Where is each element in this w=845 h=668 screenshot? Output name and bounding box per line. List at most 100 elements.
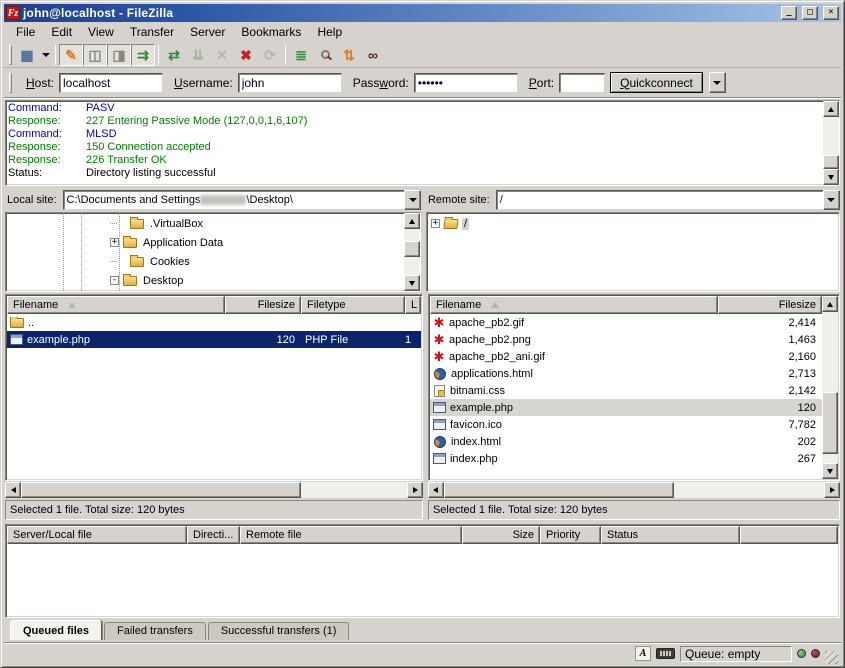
title-bar[interactable]: Fz john@localhost - FileZilla _ □ ✕ bbox=[4, 4, 841, 22]
column-header-filename[interactable]: Filename bbox=[430, 296, 718, 314]
remote-path-value[interactable]: / bbox=[496, 190, 823, 210]
scroll-thumb[interactable] bbox=[21, 482, 301, 498]
tree-expander-minus[interactable]: - bbox=[110, 276, 119, 285]
scroll-up-button[interactable] bbox=[822, 296, 838, 312]
queue-body[interactable] bbox=[7, 544, 838, 616]
remote-tree-content[interactable]: + / bbox=[427, 213, 839, 291]
maximize-button[interactable]: □ bbox=[802, 6, 818, 20]
tree-item-virtualbox[interactable]: .VirtualBox bbox=[6, 214, 404, 233]
reconnect-button[interactable]: ⟳ bbox=[258, 44, 282, 66]
minimize-button[interactable]: _ bbox=[781, 6, 797, 20]
scroll-left-button[interactable] bbox=[5, 482, 21, 498]
menu-bookmarks[interactable]: Bookmarks bbox=[233, 23, 309, 41]
local-tree-content[interactable]: .VirtualBox + Application Data Cookies bbox=[6, 213, 404, 291]
site-manager-button[interactable]: ▦ bbox=[15, 44, 39, 66]
site-manager-dropdown-button[interactable] bbox=[39, 44, 52, 66]
column-header-direction[interactable]: Directi... bbox=[187, 526, 240, 544]
filezilla-logo-icon[interactable]: Fz bbox=[6, 6, 20, 20]
password-input[interactable] bbox=[414, 73, 518, 93]
file-row-selected[interactable]: example.php 120 bbox=[430, 399, 822, 416]
menu-file[interactable]: File bbox=[8, 23, 43, 41]
scroll-right-button[interactable] bbox=[407, 482, 423, 498]
scroll-down-button[interactable] bbox=[822, 463, 838, 479]
menu-view[interactable]: View bbox=[80, 23, 122, 41]
synchronized-browsing-button[interactable]: ⇅ bbox=[337, 44, 361, 66]
refresh-button[interactable]: ⇄ bbox=[162, 44, 186, 66]
scroll-up-button[interactable] bbox=[404, 213, 420, 229]
tab-queued-files[interactable]: Queued files bbox=[10, 620, 102, 640]
close-button[interactable]: ✕ bbox=[823, 6, 839, 20]
file-row[interactable]: ✱apache_pb2_ani.gif 2,160 bbox=[430, 348, 822, 365]
data-type-indicator-icon[interactable]: A bbox=[635, 646, 651, 661]
toggle-message-log-button[interactable]: ✎ bbox=[59, 44, 83, 66]
tree-item-desktop[interactable]: - Desktop bbox=[6, 271, 404, 290]
scroll-down-button[interactable] bbox=[404, 275, 420, 291]
username-input[interactable] bbox=[238, 73, 342, 93]
remote-path-dropdown-button[interactable] bbox=[823, 190, 840, 210]
file-row[interactable]: ✱apache_pb2.gif 2,414 bbox=[430, 314, 822, 331]
tab-failed-transfers[interactable]: Failed transfers bbox=[104, 622, 206, 640]
file-row-parent-dir[interactable]: .. bbox=[7, 314, 421, 331]
column-header-filesize[interactable]: Filesize bbox=[225, 296, 301, 314]
tab-successful-transfers[interactable]: Successful transfers (1) bbox=[208, 622, 350, 640]
scroll-left-button[interactable] bbox=[428, 482, 444, 498]
column-header-status[interactable]: Status bbox=[601, 526, 740, 544]
toggle-local-tree-button[interactable]: ◫ bbox=[83, 44, 107, 66]
cancel-button[interactable]: ✕ bbox=[210, 44, 234, 66]
scroll-thumb[interactable] bbox=[404, 241, 420, 257]
port-input[interactable] bbox=[559, 73, 605, 93]
remote-path-combobox[interactable]: / bbox=[496, 190, 840, 210]
local-path-combobox[interactable]: C:\Documents and Settings\Desktop\ bbox=[63, 190, 421, 210]
file-row[interactable]: index.html 202 bbox=[430, 433, 822, 450]
column-header-filetype[interactable]: Filetype bbox=[301, 296, 405, 314]
toolbar-grip[interactable] bbox=[9, 45, 12, 65]
column-header-filesize[interactable]: Filesize bbox=[718, 296, 822, 314]
scroll-track[interactable] bbox=[822, 454, 838, 463]
toggle-remote-tree-button[interactable]: ◨ bbox=[107, 44, 131, 66]
local-file-rows[interactable]: .. example.php 120 PHP File 1 bbox=[7, 314, 421, 479]
scroll-track[interactable] bbox=[404, 257, 420, 275]
directory-filters-button[interactable]: ≣ bbox=[289, 44, 313, 66]
column-header-remote-file[interactable]: Remote file bbox=[240, 526, 462, 544]
file-row[interactable]: ✱apache_pb2.png 1,463 bbox=[430, 331, 822, 348]
menu-edit[interactable]: Edit bbox=[43, 23, 80, 41]
scroll-down-button[interactable] bbox=[823, 169, 839, 185]
column-header-lastmodified[interactable]: L bbox=[405, 296, 421, 314]
file-row-example-php[interactable]: example.php 120 PHP File 1 bbox=[7, 331, 421, 348]
message-log-body[interactable]: Command:PASV Response:227 Entering Passi… bbox=[6, 101, 823, 185]
scroll-right-button[interactable] bbox=[824, 482, 840, 498]
toggle-queue-button[interactable]: ⇉ bbox=[131, 44, 155, 66]
scroll-thumb[interactable] bbox=[822, 392, 838, 454]
compare-directories-button[interactable] bbox=[313, 44, 337, 66]
scroll-track[interactable] bbox=[301, 482, 407, 498]
menu-transfer[interactable]: Transfer bbox=[122, 23, 182, 41]
find-files-button[interactable]: ∞ bbox=[361, 44, 385, 66]
scroll-thumb[interactable] bbox=[444, 482, 674, 498]
menu-server[interactable]: Server bbox=[182, 23, 233, 41]
scroll-track[interactable] bbox=[823, 117, 839, 155]
quickconnect-grip[interactable] bbox=[9, 73, 12, 93]
scroll-track[interactable] bbox=[674, 482, 824, 498]
file-row[interactable]: applications.html 2,713 bbox=[430, 365, 822, 382]
scroll-thumb[interactable] bbox=[823, 155, 839, 169]
local-horizontal-scrollbar[interactable] bbox=[5, 482, 423, 498]
local-path-dropdown-button[interactable] bbox=[404, 190, 421, 210]
menu-help[interactable]: Help bbox=[309, 23, 350, 41]
file-row[interactable]: favicon.ico 7,782 bbox=[430, 416, 822, 433]
process-queue-button[interactable]: ⇊ bbox=[186, 44, 210, 66]
tree-item-root[interactable]: + / bbox=[427, 214, 839, 233]
tree-expander-plus[interactable]: + bbox=[431, 219, 440, 228]
local-path-value[interactable]: C:\Documents and Settings\Desktop\ bbox=[63, 190, 404, 210]
remote-horizontal-scrollbar[interactable] bbox=[428, 482, 840, 498]
remote-file-rows[interactable]: ✱apache_pb2.gif 2,414 ✱apache_pb2.png 1,… bbox=[430, 314, 822, 479]
file-row[interactable]: bitnami.css 2,142 bbox=[430, 382, 822, 399]
local-tree-scrollbar[interactable] bbox=[404, 213, 420, 291]
disconnect-button[interactable]: ✖ bbox=[234, 44, 258, 66]
column-header-priority[interactable]: Priority bbox=[540, 526, 601, 544]
file-row[interactable]: index.php 267 bbox=[430, 450, 822, 467]
tree-item-cookies[interactable]: Cookies bbox=[6, 252, 404, 271]
tree-item-application-data[interactable]: + Application Data bbox=[6, 233, 404, 252]
column-header-filename[interactable]: Filename bbox=[7, 296, 225, 314]
speed-limits-icon[interactable] bbox=[656, 648, 675, 659]
column-header-size[interactable]: Size bbox=[462, 526, 540, 544]
